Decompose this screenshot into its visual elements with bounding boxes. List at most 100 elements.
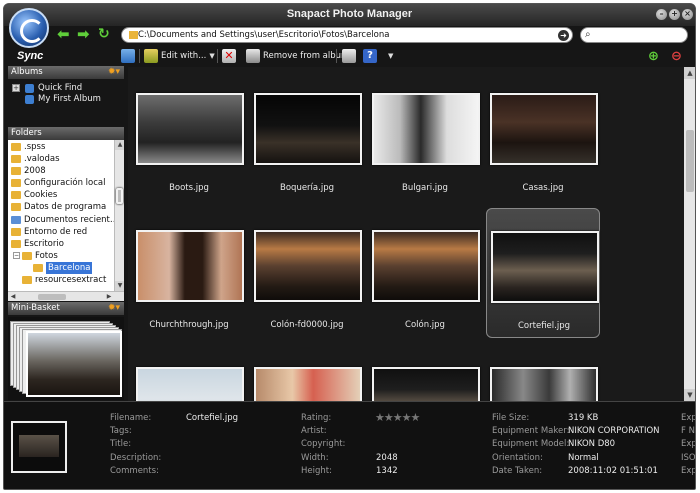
preview-thumbnail	[11, 421, 67, 473]
folder-label: .valodas	[24, 154, 60, 165]
scroll-up-icon[interactable]: ▲	[684, 67, 695, 79]
basket-photo	[26, 331, 122, 397]
title-bar[interactable]: Snapact Photo Manager – + ×	[4, 4, 695, 26]
address-bar[interactable]: C:\Documents and Settings\user\Escritori…	[121, 27, 573, 43]
photo-thumbnail[interactable]	[250, 345, 364, 401]
photo-thumbnail[interactable]: Casas.jpg	[486, 71, 600, 201]
scroll-up-icon[interactable]: ▲	[115, 140, 124, 150]
photo-thumbnail[interactable]: Cortefiel.jpg	[486, 208, 600, 338]
folders-horizontal-scrollbar[interactable]: ◀ ▶	[8, 291, 124, 301]
info-label-truncated: Exp	[681, 413, 696, 423]
folder-item[interactable]: .spss	[8, 141, 114, 153]
photo-image	[136, 367, 244, 401]
scroll-right-icon[interactable]: ▶	[104, 292, 114, 301]
photo-thumbnail[interactable]: Colón.jpg	[368, 208, 482, 338]
folder-item[interactable]: Barcelona	[8, 261, 114, 274]
folder-label: Configuración local	[24, 178, 106, 189]
go-icon[interactable]: ➜	[558, 30, 569, 41]
photo-image	[372, 93, 480, 165]
scroll-down-icon[interactable]: ▼	[115, 281, 124, 291]
maximize-button[interactable]: +	[669, 9, 680, 20]
folders-vertical-scrollbar[interactable]: ▲ ▼	[114, 140, 124, 291]
folder-label: Barcelona	[46, 261, 93, 274]
forward-arrow-icon[interactable]: ➡	[77, 27, 93, 42]
sync-logo-icon[interactable]	[9, 8, 49, 48]
folder-item[interactable]: resourcesextract	[8, 274, 114, 286]
folder-item[interactable]: Entorno de red	[8, 226, 114, 238]
folder-item[interactable]: Configuración local	[8, 177, 114, 189]
folder-item[interactable]: .valodas	[8, 153, 114, 165]
photo-image	[136, 93, 244, 165]
photo-thumbnail[interactable]	[368, 345, 482, 401]
zoom-in-icon[interactable]: ⊕	[648, 48, 659, 64]
star-icon[interactable]: ★	[393, 411, 403, 424]
mini-basket[interactable]	[8, 317, 124, 400]
photo-thumbnail[interactable]: Boquería.jpg	[250, 71, 364, 201]
folder-item[interactable]: Datos de programa	[8, 201, 114, 213]
info-label: Title:	[110, 439, 132, 450]
folder-icon	[11, 203, 21, 212]
album-item-quick-find[interactable]: + Quick Find	[8, 83, 124, 94]
photo-image	[491, 231, 599, 303]
expand-icon[interactable]: +	[12, 84, 20, 92]
chevron-down-icon[interactable]: ▼	[209, 52, 214, 60]
photo-thumbnail[interactable]	[132, 345, 246, 401]
star-icon[interactable]: ★	[375, 411, 385, 424]
scroll-left-icon[interactable]: ◀	[8, 292, 18, 301]
album-icon	[25, 95, 34, 104]
folder-icon	[11, 143, 21, 151]
search-input[interactable]: ⌕	[580, 27, 688, 43]
photo-thumbnail[interactable]	[486, 345, 600, 401]
photo-image	[254, 367, 362, 401]
zoom-out-icon[interactable]: ⊖	[671, 48, 682, 64]
back-arrow-icon[interactable]: ⬅	[57, 27, 73, 42]
info-label: File Size:	[492, 413, 530, 423]
photo-thumbnail[interactable]: Colón-fd0000.jpg	[250, 208, 364, 338]
edit-with-button[interactable]: Edit with... ▼	[144, 48, 215, 64]
photo-filename: Bulgari.jpg	[402, 183, 448, 193]
photo-image	[254, 93, 362, 165]
info-value: Normal	[568, 452, 599, 463]
delete-button[interactable]: ✕	[222, 48, 239, 64]
folder-item[interactable]: − Fotos	[8, 250, 114, 262]
import-button[interactable]	[121, 48, 138, 64]
gear-icon[interactable]: ✹▾	[108, 66, 120, 79]
photo-thumbnail[interactable]: Churchthrough.jpg	[132, 208, 246, 338]
folder-item[interactable]: 2008	[8, 165, 114, 177]
folder-icon	[11, 191, 21, 200]
refresh-icon[interactable]: ↻	[98, 27, 114, 41]
expand-icon[interactable]: −	[13, 251, 20, 259]
info-label: Width:	[301, 452, 329, 463]
address-path[interactable]: C:\Documents and Settings\user\Escritori…	[138, 30, 389, 40]
photo-thumbnail[interactable]: Boots.jpg	[132, 71, 246, 201]
folder-item[interactable]: Documentos recient…	[8, 214, 118, 226]
remove-from-album-button[interactable]: Remove from album	[246, 48, 349, 64]
photo-thumbnail[interactable]: Bulgari.jpg	[368, 71, 482, 201]
minimize-button[interactable]: –	[656, 9, 667, 20]
folder-icon	[11, 167, 21, 176]
rating-stars[interactable]: ★★★★★	[375, 411, 421, 424]
photo-filename: Colón.jpg	[405, 320, 445, 330]
grid-vertical-scrollbar[interactable]: ▲ ▼	[684, 67, 695, 401]
album-item-my-first-album[interactable]: My First Album	[8, 94, 124, 105]
info-label-truncated: ISO	[681, 452, 696, 463]
star-icon[interactable]: ★	[384, 411, 394, 424]
info-value: 2008:11:02 01:51:01	[568, 465, 658, 476]
remove-album-icon	[246, 49, 260, 63]
folder-item[interactable]: Cookies	[8, 189, 114, 201]
folder-item[interactable]: Escritorio	[8, 238, 114, 250]
print-button[interactable]	[342, 48, 359, 64]
gear-icon[interactable]: ✹▾	[108, 302, 120, 315]
chevron-down-icon[interactable]: ▼	[388, 52, 393, 60]
sync-label[interactable]: Sync	[17, 50, 43, 62]
info-label: Filename:	[110, 413, 152, 423]
info-panel: Filename: Cortefiel.jpg Tags: Title: Descrip…	[4, 401, 696, 489]
mini-basket-header: Mini-Basket ✹▾	[8, 302, 124, 315]
help-button[interactable]: ? ▼	[363, 48, 393, 64]
star-icon[interactable]: ★	[402, 411, 412, 424]
folders-header: Folders	[11, 128, 42, 138]
close-button[interactable]: ×	[682, 9, 693, 20]
star-icon[interactable]: ★	[411, 411, 421, 424]
info-label-truncated: Exp	[681, 465, 696, 476]
scroll-down-icon[interactable]: ▼	[684, 389, 695, 401]
